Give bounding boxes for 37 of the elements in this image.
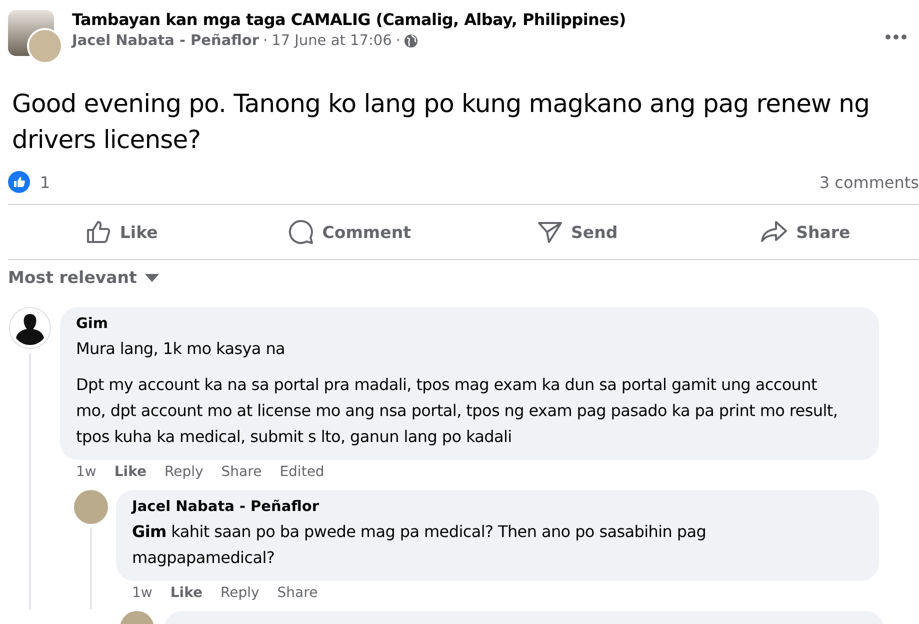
paper-plane-icon	[537, 220, 564, 244]
comment-count[interactable]: 3 comments	[819, 172, 919, 192]
separator-dot: ·	[262, 33, 268, 49]
speech-bubble-icon	[288, 219, 314, 245]
post-text: Good evening po. Tanong ko lang po kung magkano ang pag renew ng drivers license?	[12, 88, 871, 156]
globe-icon	[404, 34, 418, 48]
sort-dropdown[interactable]: Most relevant	[8, 268, 159, 287]
comment-action-link[interactable]: Like	[170, 585, 203, 601]
post-date[interactable]: 17 June at 17:06	[272, 33, 392, 49]
separator-dot: ·	[396, 33, 400, 49]
comment-action-link[interactable]: Share	[221, 464, 262, 480]
caret-icon	[144, 274, 159, 282]
send-button[interactable]: Send	[464, 205, 692, 259]
avatar-silhouette-icon[interactable]	[9, 307, 51, 349]
comment-text: Dpt my account ka na sa portal pra madali, tpos mag exam ka dun sa portal gamit ung account mo, dpt account mo at license mo ang nsa portal, tpos ng exam pag pasado ka pa print mo result, tpos kuha ka medical, submit s lto, ganun lang po kadali	[76, 374, 839, 448]
like-reaction-icon[interactable]	[8, 171, 30, 193]
group-name[interactable]: Tambayan kan mga taga CAMALIG (Camalig, Albay, Philippines)	[72, 10, 885, 29]
group-avatar-drawing[interactable]	[8, 10, 64, 64]
thumbs-up-icon	[86, 220, 112, 244]
comment-text: Gim kahit saan po ba pwede mag pa medical? Then ano po sasabihin pag magpapamedical?	[132, 521, 708, 569]
share-arrow-icon	[760, 220, 788, 244]
more-options-icon[interactable]	[885, 34, 907, 40]
comment-action-link[interactable]: Edited	[280, 464, 324, 480]
like-button[interactable]: Like	[8, 205, 236, 259]
comment-action-link[interactable]: Like	[114, 464, 147, 480]
comment-button[interactable]: Comment	[236, 205, 464, 259]
comment-action-link[interactable]: Share	[277, 585, 318, 601]
comment-time[interactable]: 1w	[132, 585, 152, 601]
share-button[interactable]: Share	[691, 205, 919, 259]
reaction-count[interactable]: 1	[40, 172, 50, 192]
comment-text: Mura lang, 1k mo kasya na	[76, 338, 286, 360]
comment-time[interactable]: 1w	[76, 464, 96, 480]
commenter-name[interactable]: Gim	[76, 316, 108, 332]
author-name[interactable]: Jacel Nabata - Peñaflor	[72, 33, 259, 49]
comment-action-link[interactable]: Reply	[164, 464, 204, 480]
commenter-name[interactable]: Jacel Nabata - Peñaflor	[132, 499, 319, 515]
comment-action-link[interactable]: Reply	[220, 585, 260, 601]
